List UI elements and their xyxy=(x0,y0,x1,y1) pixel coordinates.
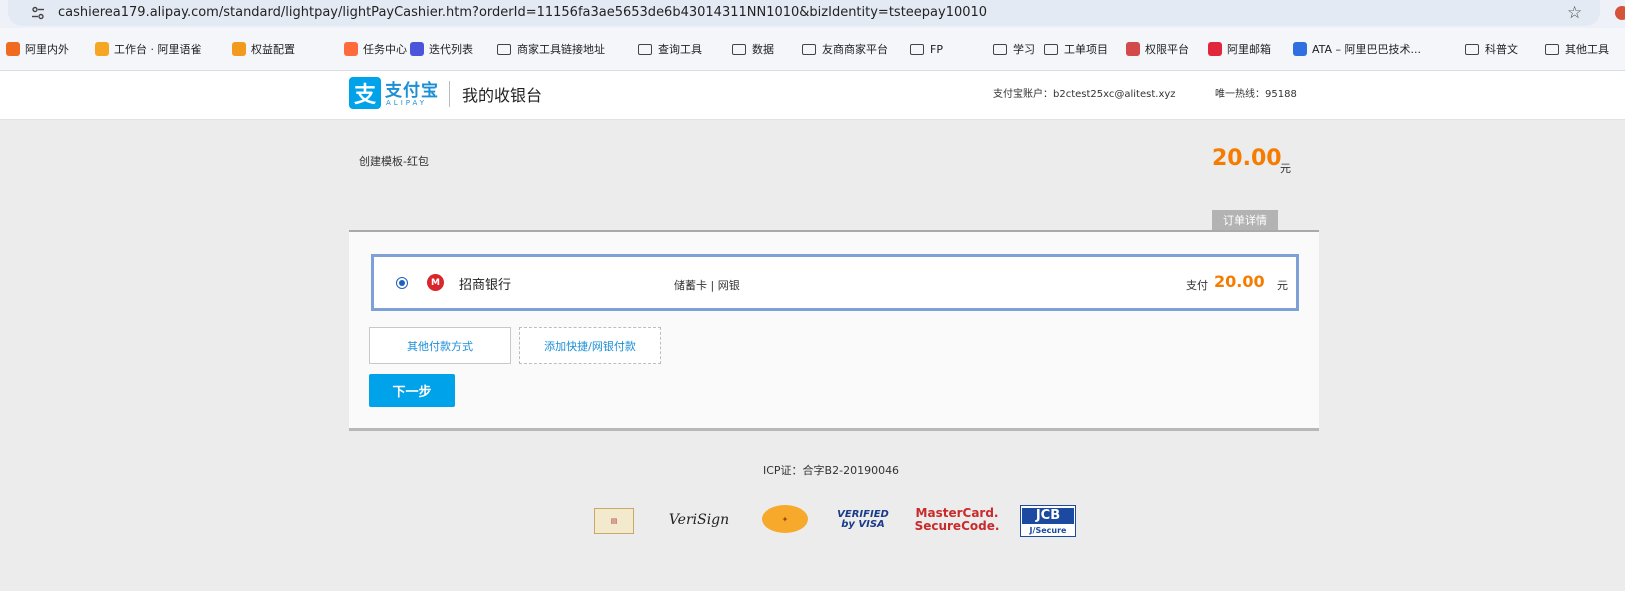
bookmark-item[interactable]: 阿里邮箱 xyxy=(1208,40,1271,58)
bookmark-item[interactable]: 权限平台 xyxy=(1126,40,1189,58)
folder-icon xyxy=(497,44,511,55)
payment-panel: M 招商银行 储蓄卡 | 网银 支付 20.00 元 其他付款方式 添加快捷/网… xyxy=(349,230,1319,431)
bookmark-star-icon[interactable]: ☆ xyxy=(1567,4,1582,22)
ata-icon xyxy=(1293,42,1307,56)
folder-icon xyxy=(1044,44,1058,55)
folder-icon xyxy=(1465,44,1479,55)
bookmark-item[interactable]: 阿里内外 xyxy=(6,40,69,58)
bank-name: 招商银行 xyxy=(459,278,512,293)
other-payment-methods-button[interactable]: 其他付款方式 xyxy=(369,327,511,364)
jcb-badge-top: JCB xyxy=(1022,507,1074,524)
mc-badge-bottom: SecureCode. xyxy=(914,519,1000,533)
yuque-icon xyxy=(95,42,109,56)
card-type: 储蓄卡 | 网银 xyxy=(674,279,740,292)
bookmark-label: 数据 xyxy=(752,43,774,56)
alipay-logo-icon: 支 xyxy=(349,77,381,109)
alibaba-intranet-icon xyxy=(6,42,20,56)
bank-radio[interactable] xyxy=(396,277,408,289)
page-title: 我的收银台 xyxy=(462,86,543,105)
selected-bank-row[interactable]: M 招商银行 储蓄卡 | 网银 支付 20.00 元 xyxy=(371,254,1299,311)
bookmark-item[interactable]: 迭代列表 xyxy=(410,40,473,58)
bookmark-item[interactable]: 权益配置 xyxy=(232,40,295,58)
visa-badge-bottom: by VISA xyxy=(841,519,885,530)
profile-avatar[interactable] xyxy=(1615,6,1625,20)
folder-icon xyxy=(1545,44,1559,55)
url-field[interactable]: cashierea179.alipay.com/standard/lightpa… xyxy=(8,0,1600,26)
account-info: 支付宝账户：b2ctest25xc@alitest.xyz xyxy=(993,89,1176,100)
add-card-button[interactable]: 添加快捷/网银付款 xyxy=(519,327,661,364)
pay-label: 支付 xyxy=(1186,279,1208,292)
bookmark-item[interactable]: FP xyxy=(910,40,943,58)
bookmark-label: 友商商家平台 xyxy=(822,43,888,56)
verisign-badge: VeriSign xyxy=(668,512,730,528)
bookmark-item[interactable]: 任务中心 xyxy=(344,40,407,58)
bookmark-label: 工作台 · 阿里语雀 xyxy=(114,43,202,56)
seal-badge-icon: ✦ xyxy=(762,505,808,533)
bookmark-item[interactable]: 商家工具链接地址 xyxy=(497,40,605,58)
bookmark-item[interactable]: ATA – 阿里巴巴技术... xyxy=(1293,40,1421,58)
folder-icon xyxy=(732,44,746,55)
header-divider xyxy=(449,81,450,107)
folder-icon xyxy=(802,44,816,55)
site-settings-icon[interactable] xyxy=(30,5,46,21)
permission-icon xyxy=(1126,42,1140,56)
alipay-header: 支 支付宝 ALIPAY 我的收银台 支付宝账户：b2ctest25xc@ali… xyxy=(0,71,1625,120)
bookmark-label: 工单项目 xyxy=(1064,43,1108,56)
folder-icon xyxy=(910,44,924,55)
jcb-badge-bottom: J/Secure xyxy=(1029,525,1067,535)
bookmark-item[interactable]: 科普文 xyxy=(1465,40,1518,58)
pay-amount: 20.00 xyxy=(1214,272,1265,291)
order-detail-tab[interactable]: 订单详情 xyxy=(1212,210,1278,230)
task-icon xyxy=(344,42,358,56)
bookmark-item[interactable]: 学习 xyxy=(993,40,1035,58)
folder-icon xyxy=(638,44,652,55)
bookmark-item[interactable]: 工单项目 xyxy=(1044,40,1108,58)
next-step-button[interactable]: 下一步 xyxy=(369,374,455,407)
bookmark-label: 任务中心 xyxy=(363,43,407,56)
bookmark-label: 商家工具链接地址 xyxy=(517,43,605,56)
mail-icon xyxy=(1208,42,1222,56)
security-badges: ▤ VeriSign ✦ VERIFIED by VISA MasterCard… xyxy=(592,505,1082,541)
bookmark-label: 权益配置 xyxy=(251,43,295,56)
bookmark-item[interactable]: 工作台 · 阿里语雀 xyxy=(95,40,202,58)
bookmark-label: 学习 xyxy=(1013,43,1035,56)
alipay-logo-name: 支付宝 xyxy=(385,81,439,101)
bookmark-item[interactable]: 查询工具 xyxy=(638,40,702,58)
bookmark-label: 科普文 xyxy=(1485,43,1518,56)
bookmark-label: FP xyxy=(930,42,943,56)
browser-address-bar: cashierea179.alipay.com/standard/lightpa… xyxy=(0,0,1625,28)
order-name: 创建模板-红包 xyxy=(359,155,429,168)
verified-by-visa-badge: VERIFIED by VISA xyxy=(834,505,892,535)
bookmark-label: 权限平台 xyxy=(1145,43,1189,56)
folder-icon xyxy=(993,44,1007,55)
url-text: cashierea179.alipay.com/standard/lightpa… xyxy=(58,5,988,20)
cmb-bank-icon: M xyxy=(427,274,444,291)
pay-amount-unit: 元 xyxy=(1277,279,1288,292)
order-amount-unit: 元 xyxy=(1280,162,1291,175)
hotline-info: 唯一热线：95188 xyxy=(1215,89,1297,100)
alipay-logo-sub: ALIPAY xyxy=(386,99,428,107)
bookmark-label: 阿里邮箱 xyxy=(1227,43,1271,56)
bookmark-item[interactable]: 数据 xyxy=(732,40,774,58)
bookmark-item[interactable]: 友商商家平台 xyxy=(802,40,888,58)
icp-license: ICP证：合字B2-20190046 xyxy=(763,464,900,477)
bookmarks-bar: 阿里内外 工作台 · 阿里语雀 权益配置 任务中心 迭代列表 商家工具链接地址 查询工具 数据… xyxy=(0,28,1625,71)
bookmark-label: 查询工具 xyxy=(658,43,702,56)
cert-badge-icon: ▤ xyxy=(594,508,634,534)
mastercard-securecode-badge: MasterCard. SecureCode. xyxy=(914,505,1000,535)
config-icon xyxy=(232,42,246,56)
order-amount: 20.00 xyxy=(1212,146,1282,171)
iteration-icon xyxy=(410,42,424,56)
bookmark-item[interactable]: 其他工具 xyxy=(1545,40,1609,58)
bookmark-label: 其他工具 xyxy=(1565,43,1609,56)
bookmark-label: 阿里内外 xyxy=(25,43,69,56)
bookmark-label: 迭代列表 xyxy=(429,43,473,56)
jcb-jsecure-badge: JCB J/Secure xyxy=(1020,505,1076,537)
bookmark-label: ATA – 阿里巴巴技术... xyxy=(1312,43,1422,56)
